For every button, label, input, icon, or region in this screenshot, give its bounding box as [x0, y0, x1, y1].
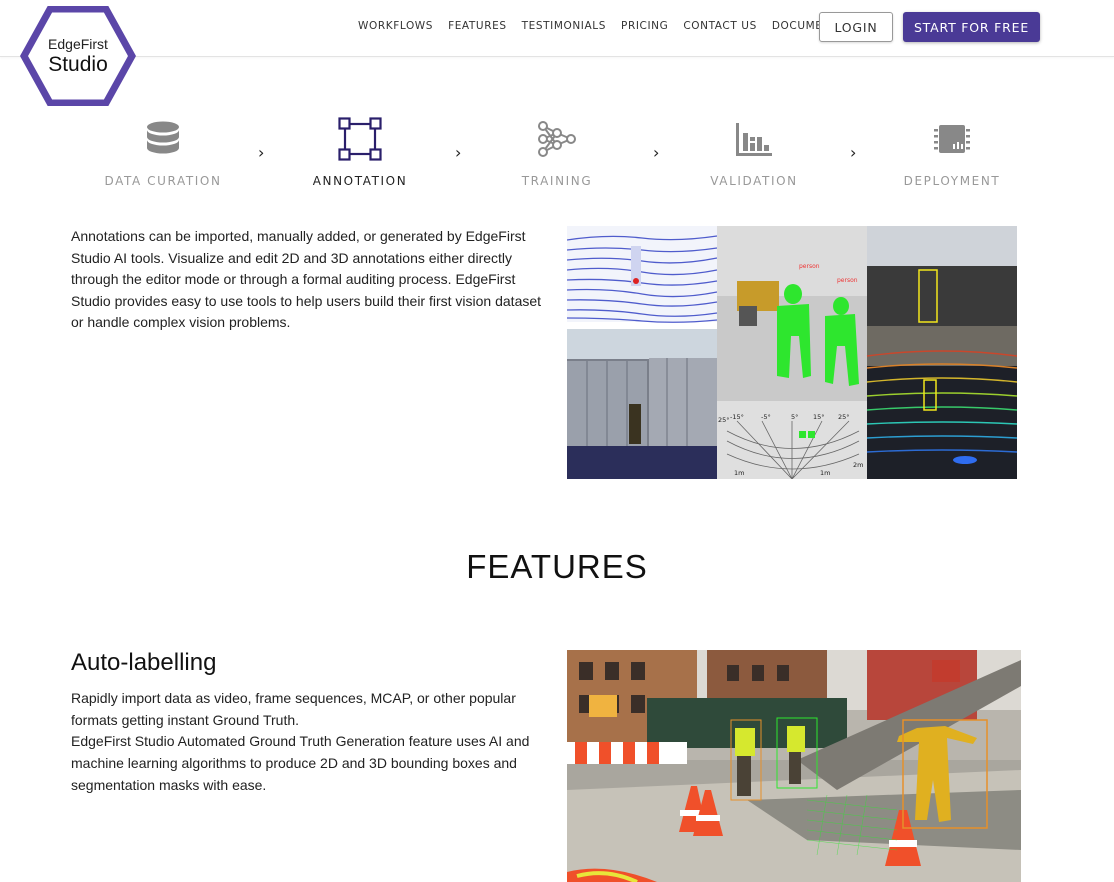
chip-icon — [934, 125, 970, 153]
chevron-right-icon: › — [653, 143, 660, 162]
nav-testimonials[interactable]: TESTIMONIALS — [522, 20, 606, 32]
neural-network-icon — [538, 121, 576, 157]
radar-tick-label: 1m — [734, 469, 744, 477]
radar-tick-label: -15° — [730, 413, 744, 421]
auto-labelling-example-image — [567, 650, 1021, 882]
nav-workflows[interactable]: WORKFLOWS — [358, 20, 433, 32]
radar-tick-label: 1m — [820, 469, 830, 477]
svg-text:person: person — [837, 277, 858, 284]
radar-tick-label: 5° — [791, 413, 798, 421]
radar-tick-label: 25° — [838, 413, 850, 421]
step-label: TRAINING — [521, 174, 593, 188]
radar-tick-label: 2m — [853, 461, 863, 469]
logo-line1: EdgeFirst — [48, 36, 108, 52]
auto-labelling-heading: Auto-labelling — [71, 649, 217, 676]
main-nav: WORKFLOWS FEATURES TESTIMONIALS PRICING … — [358, 20, 887, 32]
workflow-step-validation[interactable]: VALIDATION — [674, 116, 834, 188]
logo-line2: Studio — [48, 53, 108, 76]
step-label: DATA CURATION — [104, 174, 222, 188]
bar-chart-icon — [736, 123, 772, 156]
auto-labelling-description: Rapidly import data as video, frame sequ… — [71, 688, 551, 797]
radar-tick-label: 15° — [813, 413, 825, 421]
step-label: ANNOTATION — [312, 174, 408, 188]
database-icon — [147, 121, 179, 154]
features-heading: FEATURES — [466, 548, 648, 585]
login-button[interactable]: LOGIN — [819, 12, 893, 42]
chevron-right-icon: › — [455, 143, 462, 162]
chevron-right-icon: › — [258, 143, 265, 162]
workflow-step-annotation[interactable]: ANNOTATION — [280, 116, 440, 188]
step-label: DEPLOYMENT — [903, 174, 1001, 188]
site-header: WORKFLOWS FEATURES TESTIMONIALS PRICING … — [0, 0, 1114, 57]
workflow-step-training[interactable]: TRAINING — [477, 116, 637, 188]
start-for-free-button[interactable]: START FOR FREE — [903, 12, 1040, 42]
auto-labelling-paragraph-2: EdgeFirst Studio Automated Ground Truth … — [71, 733, 530, 793]
workflow-step-deployment[interactable]: DEPLOYMENT — [872, 116, 1032, 188]
step-label: VALIDATION — [710, 174, 798, 188]
nav-features[interactable]: FEATURES — [448, 20, 507, 32]
nav-pricing[interactable]: PRICING — [621, 20, 668, 32]
svg-text:person: person — [799, 263, 820, 270]
edgefirst-studio-logo[interactable]: EdgeFirst Studio — [20, 6, 136, 106]
radar-tick-label: 25° — [718, 416, 730, 424]
annotation-description: Annotations can be imported, manually ad… — [71, 228, 542, 330]
chevron-right-icon: › — [850, 143, 857, 162]
nav-contact-us[interactable]: CONTACT US — [683, 20, 756, 32]
bounding-box-icon — [338, 117, 382, 161]
annotation-examples-image: person person -15° -5° 5° 15° 25° 25° 1m… — [567, 226, 1017, 479]
workflow-step-data-curation[interactable]: DATA CURATION — [83, 116, 243, 188]
radar-tick-label: -5° — [761, 413, 771, 421]
auto-labelling-paragraph-1: Rapidly import data as video, frame sequ… — [71, 690, 516, 728]
